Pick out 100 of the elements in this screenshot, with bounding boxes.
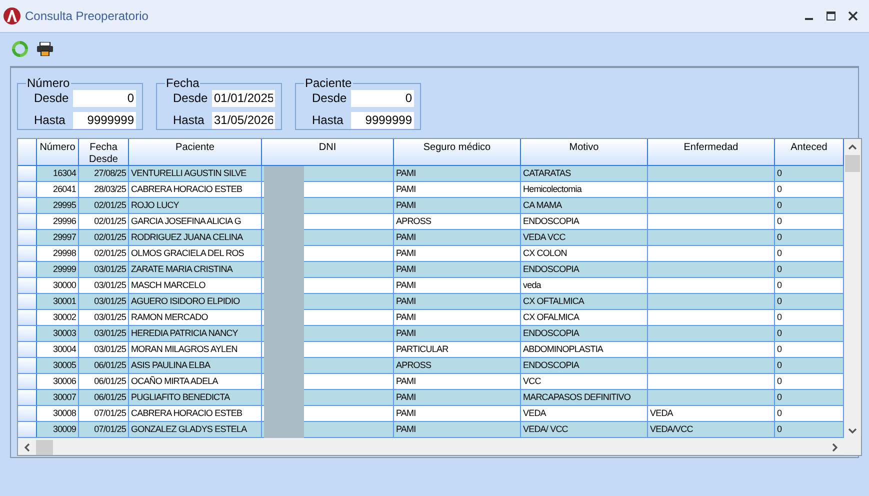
table-row[interactable]: 29995 02/01/25 ROJO LUCY PAMI CA MAMA 0 bbox=[18, 198, 844, 214]
row-selector[interactable] bbox=[18, 246, 37, 261]
table-cell-text: 30007 bbox=[52, 390, 77, 404]
table-cell-text: 07/01/25 bbox=[93, 422, 127, 436]
maximize-icon[interactable] bbox=[826, 11, 836, 21]
table-cell-text: 03/01/25 bbox=[93, 342, 127, 356]
row-selector[interactable] bbox=[18, 214, 37, 229]
table-cell-text: ROJO LUCY bbox=[130, 198, 180, 212]
table-cell-text: VEDA/ VCC bbox=[522, 422, 569, 436]
column-header[interactable]: Motivo bbox=[569, 142, 599, 154]
table-cell-text: 27/08/25 bbox=[93, 166, 127, 180]
table-cell-text: GONZALEZ GLADYS ESTELA bbox=[130, 422, 248, 436]
table-cell-text: MASCH MARCELO bbox=[130, 278, 206, 292]
row-selector[interactable] bbox=[18, 342, 37, 357]
close-icon[interactable] bbox=[848, 11, 858, 21]
row-selector[interactable] bbox=[18, 166, 37, 181]
input-field[interactable]: 9999999 bbox=[73, 112, 136, 128]
column-header[interactable]: Anteced bbox=[790, 142, 828, 154]
column-header[interactable]: Seguro médico bbox=[423, 142, 491, 154]
column-header[interactable]: Paciente bbox=[176, 142, 214, 154]
table-cell-text: 03/01/25 bbox=[93, 294, 127, 308]
table-row[interactable]: 29999 03/01/25 ZARATE MARIA CRISTINA PAMI ENDOSCOPIA 0 bbox=[18, 262, 844, 278]
field-label: Desde bbox=[34, 90, 69, 107]
field-label: Hasta bbox=[312, 112, 344, 129]
table-cell-text: 03/01/25 bbox=[93, 278, 127, 292]
table-row[interactable]: 29997 02/01/25 RODRIGUEZ JUANA CELINA PAMI VEDA VCC 0 bbox=[18, 230, 844, 246]
table-cell-text: PAMI bbox=[395, 230, 417, 244]
logo-icon bbox=[3, 7, 21, 25]
table-cell-text: PAMI bbox=[395, 422, 417, 436]
row-selector[interactable] bbox=[18, 198, 37, 213]
table-row[interactable]: 30000 03/01/25 MASCH MARCELO PAMI veda 0 bbox=[18, 278, 844, 294]
table-row[interactable]: 30008 07/01/25 CABRERA HORACIO ESTEB PAMI VEDA VEDA 0 bbox=[18, 406, 844, 422]
row-selector[interactable] bbox=[18, 310, 37, 325]
table-cell-text: OLMOS GRACIELA DEL ROS bbox=[130, 246, 245, 260]
table-row[interactable]: 30009 07/01/25 GONZALEZ GLADYS ESTELA PAMI VEDA/ VCC VEDA/VCC 0 bbox=[18, 422, 844, 438]
table-cell-text: veda bbox=[522, 278, 542, 292]
row-selector[interactable] bbox=[18, 374, 37, 389]
table-row[interactable]: 30003 03/01/25 HEREDIA PATRICIA NANCY PAMI ENDOSCOPIA 0 bbox=[18, 326, 844, 342]
table-cell-text: PUGLIAFITO BENEDICTA bbox=[130, 390, 231, 404]
row-selector[interactable] bbox=[18, 326, 37, 341]
table-cell-text: PAMI bbox=[395, 262, 417, 276]
table-cell-text: PAMI bbox=[395, 390, 417, 404]
table-cell-text: PAMI bbox=[395, 374, 417, 388]
table-row[interactable]: 29998 02/01/25 OLMOS GRACIELA DEL ROS PAMI CX COLON 0 bbox=[18, 246, 844, 262]
table-cell-text: GARCIA JOSEFINA ALICIA G bbox=[130, 214, 242, 228]
column-header[interactable]: DNI bbox=[318, 142, 336, 154]
column-header[interactable]: Fecha Desde bbox=[84, 142, 124, 166]
table-row[interactable]: 26041 28/03/25 CABRERA HORACIO ESTEB PAMI Hemicolectomia 0 bbox=[18, 182, 844, 198]
table-cell-text: OCAÑO MIRTA ADELA bbox=[130, 374, 220, 388]
table-row[interactable]: 30006 06/01/25 OCAÑO MIRTA ADELA PAMI VCC 0 bbox=[18, 374, 844, 390]
table-cell-text: 29999 bbox=[52, 262, 77, 276]
table-cell-text: 30000 bbox=[52, 278, 77, 292]
table-cell-text: 29996 bbox=[52, 214, 77, 228]
row-selector[interactable] bbox=[18, 422, 37, 437]
scroll-down-icon[interactable] bbox=[848, 428, 857, 434]
table-row[interactable]: 30004 03/01/25 MORAN MILAGROS AYLEN PARTICULAR ABDOMINOPLASTIA 0 bbox=[18, 342, 844, 358]
table-cell-text: VEDA bbox=[649, 406, 674, 420]
table-cell-text: 0 bbox=[776, 374, 783, 388]
table-row[interactable]: 30002 03/01/25 RAMON MERCADO PAMI CX OFALMICA 0 bbox=[18, 310, 844, 326]
scroll-thumb[interactable] bbox=[845, 155, 860, 172]
table-cell-text: Hemicolectomia bbox=[522, 182, 583, 196]
table-cell-text: 30009 bbox=[52, 422, 77, 436]
table-cell-text: APROSS bbox=[395, 214, 432, 228]
table-cell-text: PAMI bbox=[395, 198, 417, 212]
input-field[interactable]: 0 bbox=[351, 90, 414, 106]
row-selector[interactable] bbox=[18, 390, 37, 405]
table-cell-text: CATARATAS bbox=[522, 166, 572, 180]
row-selector[interactable] bbox=[18, 278, 37, 293]
field-label: Hasta bbox=[34, 112, 66, 129]
scroll-left-icon[interactable] bbox=[24, 442, 30, 452]
table-row[interactable]: 30005 06/01/25 ASIS PAULINA ELBA APROSS ENDOSCOPIA 0 bbox=[18, 358, 844, 374]
table-cell-text: RODRIGUEZ JUANA CELINA bbox=[130, 230, 244, 244]
table-row[interactable]: 30007 06/01/25 PUGLIAFITO BENEDICTA PAMI MARCAPASOS DEFINITIVO 0 bbox=[18, 390, 844, 406]
table-cell-text: 0 bbox=[776, 230, 783, 244]
column-header[interactable]: Número bbox=[40, 142, 76, 154]
table-cell-text: 0 bbox=[776, 326, 783, 340]
printer-icon[interactable] bbox=[36, 42, 54, 56]
table-row[interactable]: 16304 27/08/25 VENTURELLI AGUSTIN SILVE PAMI CATARATAS 0 bbox=[18, 166, 844, 182]
row-selector[interactable] bbox=[18, 230, 37, 245]
table-cell-text: 30001 bbox=[52, 294, 77, 308]
table-cell-text: RAMON MERCADO bbox=[130, 310, 209, 324]
row-selector[interactable] bbox=[18, 182, 37, 197]
table-cell-text: PAMI bbox=[395, 182, 417, 196]
column-header[interactable]: Enfermedad bbox=[684, 142, 738, 154]
group-label: Fecha bbox=[165, 75, 200, 92]
row-selector[interactable] bbox=[18, 294, 37, 309]
scroll-up-icon[interactable] bbox=[848, 144, 857, 150]
table-row[interactable]: 30001 03/01/25 AGUERO ISIDORO ELPIDIO PAMI CX OFTALMICA 0 bbox=[18, 294, 844, 310]
row-selector[interactable] bbox=[18, 262, 37, 277]
scroll-right-icon[interactable] bbox=[832, 442, 838, 452]
input-field[interactable]: 0 bbox=[73, 90, 136, 106]
table-cell-text: CX COLON bbox=[522, 246, 568, 260]
row-selector[interactable] bbox=[18, 358, 37, 373]
table-cell-text: 06/01/25 bbox=[93, 390, 127, 404]
table-row[interactable]: 29996 02/01/25 GARCIA JOSEFINA ALICIA G APROSS ENDOSCOPIA 0 bbox=[18, 214, 844, 230]
scroll-thumb[interactable] bbox=[36, 440, 53, 454]
row-selector[interactable] bbox=[18, 406, 37, 421]
table-cell-text: 0 bbox=[776, 198, 783, 212]
input-field[interactable]: 9999999 bbox=[351, 112, 414, 128]
table-cell-text: 0 bbox=[776, 166, 783, 180]
